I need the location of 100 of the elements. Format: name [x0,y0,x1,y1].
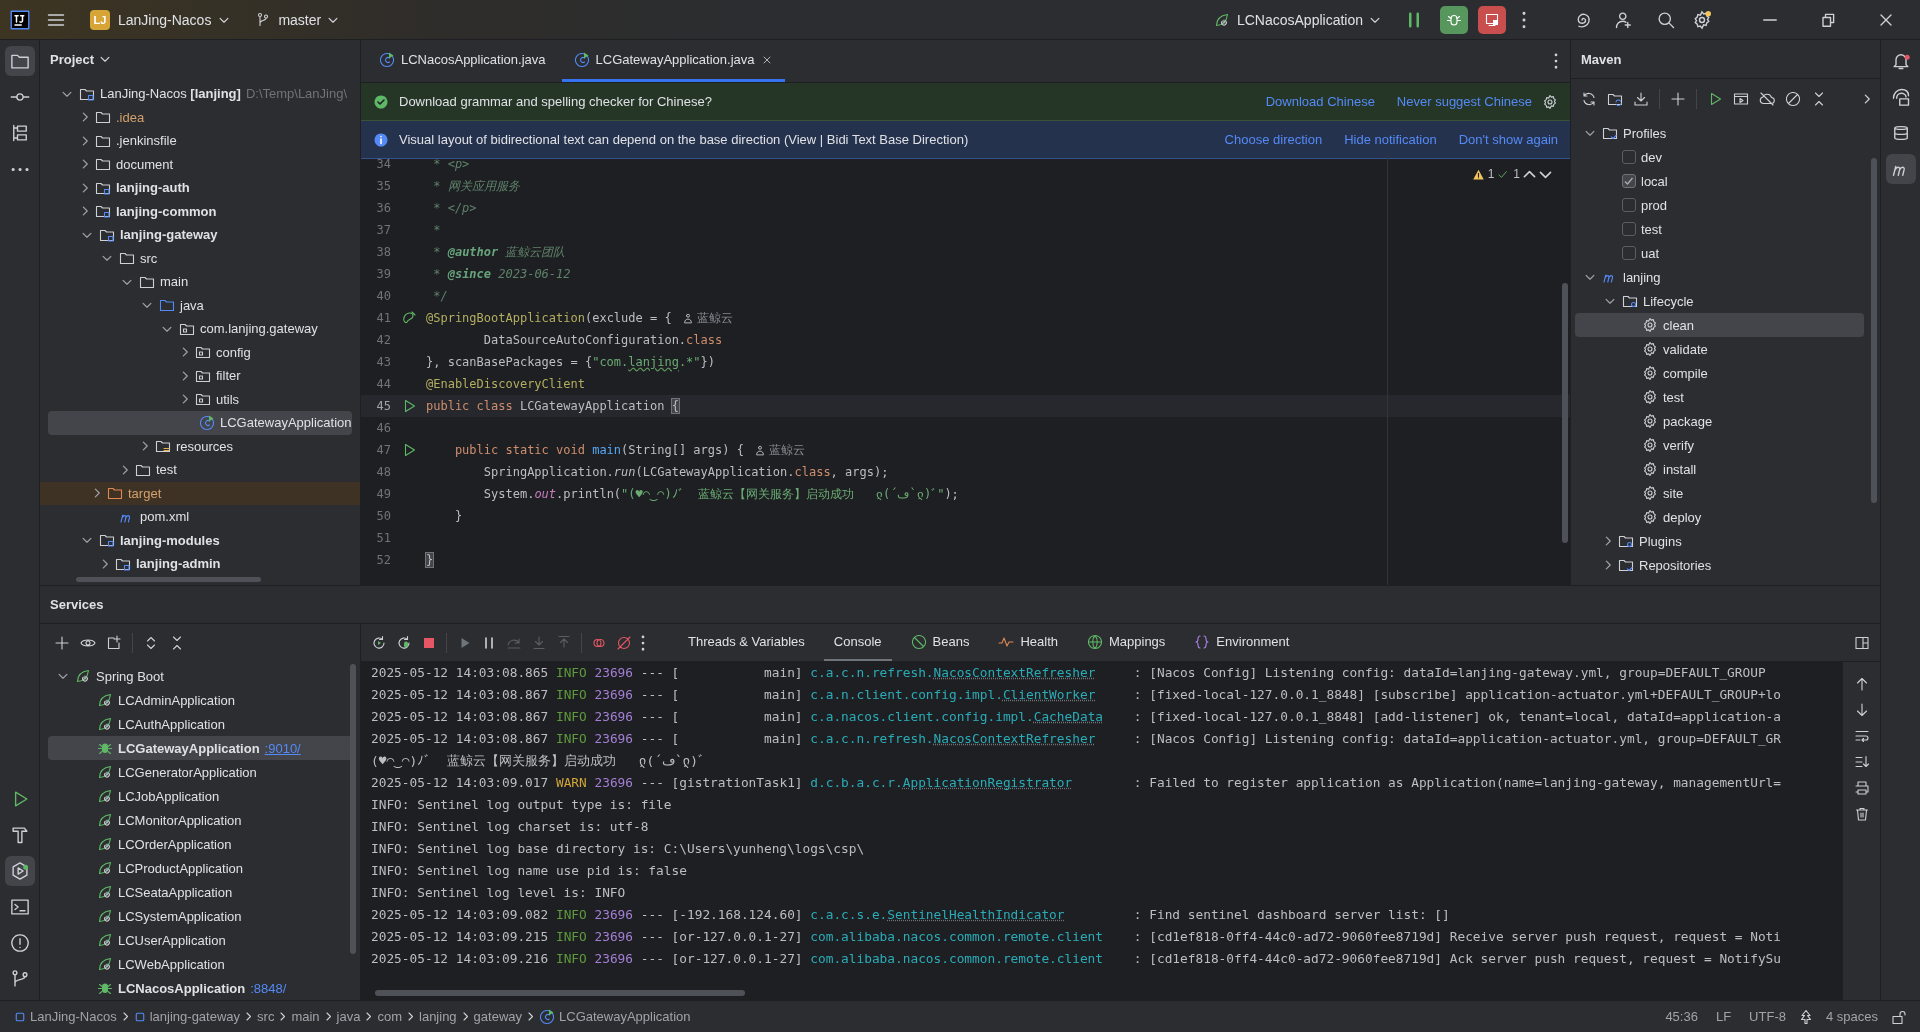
checkbox[interactable] [1622,246,1636,260]
settings-icon[interactable] [1692,9,1712,30]
tree-item[interactable]: test [1575,385,1864,409]
chevron-right-icon[interactable] [82,135,88,146]
notification-link[interactable]: Don't show again [1458,132,1558,147]
breadcrumb[interactable]: lanjing-gateway [133,1009,241,1024]
chevron-right-icon[interactable] [82,159,88,170]
tree-item[interactable]: lanjing-gateway [48,223,352,247]
chevron-right-icon[interactable] [122,464,128,475]
tree-item[interactable]: utils [48,387,352,411]
indent-setting[interactable]: 4 spaces [1825,1009,1878,1024]
breadcrumb[interactable]: lanjing [419,1009,457,1024]
tree-item[interactable]: .idea [48,105,352,129]
notification-link[interactable]: Choose direction [1224,132,1323,147]
stop-button[interactable] [1478,5,1506,34]
tree-item[interactable]: clean [1575,313,1864,337]
tree-item[interactable]: LCMonitorApplication [48,808,352,832]
tree-item[interactable]: LCSystemApplication [48,904,352,928]
tree-item[interactable]: prod [1575,193,1864,217]
unlock-icon[interactable] [1890,1008,1906,1025]
notification-link[interactable]: Hide notification [1344,132,1437,147]
tree-item[interactable]: filter [48,364,352,388]
chevron-right-icon[interactable] [142,441,148,452]
tree-item[interactable]: LanJing-Nacos [lanjing] D:\Temp\LanJing\ [48,82,352,106]
console-tab[interactable]: Console [823,624,892,661]
add-user-icon[interactable] [1614,9,1634,30]
breadcrumb[interactable]: gateway [473,1009,523,1024]
chevron-down-icon[interactable] [1605,298,1615,304]
chevron-right-icon[interactable] [1605,560,1611,570]
tree-item[interactable]: lanjing-auth [48,176,352,200]
add-icon[interactable] [1670,91,1686,107]
tree-item[interactable]: test [48,458,352,482]
bean-icon[interactable] [400,310,417,326]
checkbox[interactable] [1622,174,1636,188]
chevron-down-icon[interactable] [82,231,92,238]
chevron-right-icon[interactable] [1605,536,1611,546]
project-view-selector[interactable]: Project [50,51,111,67]
new-tab-icon[interactable] [106,634,122,651]
chevron-down-icon[interactable] [142,302,152,309]
chevron-right-icon[interactable] [182,370,188,381]
console-tab[interactable]: Environment [1184,624,1300,661]
tree-item[interactable]: uat [1575,241,1864,265]
folder-sync-icon[interactable] [1607,91,1623,107]
search-icon[interactable] [1656,9,1676,30]
tree-item[interactable]: LCNacosApplication :8848/ [48,976,352,1000]
tree-item[interactable]: main [48,270,352,294]
port-link[interactable]: :8848/ [250,980,287,996]
breadcrumb[interactable]: com [377,1009,402,1024]
rerun-debug-icon[interactable] [396,634,412,651]
tree-item[interactable]: LCOrderApplication [48,832,352,856]
more-icon[interactable] [1554,53,1558,69]
trash-icon[interactable] [1853,806,1870,822]
tree-item[interactable]: Repositories [1575,553,1864,577]
more-icon[interactable] [1522,10,1526,29]
tree-item[interactable]: LCGatewayApplication [48,411,352,435]
caret-position[interactable]: 45:36 [1665,1009,1698,1024]
breadcrumb[interactable]: java [336,1009,361,1024]
chevron-down-icon[interactable] [1585,130,1595,136]
console-tab[interactable]: Beans [900,624,980,661]
tree-item[interactable]: com.lanjing.gateway [48,317,352,341]
tree-item[interactable]: src [48,246,352,270]
tree-item[interactable]: validate [1575,337,1864,361]
tree-item[interactable]: LCAuthApplication [48,712,352,736]
tree-item[interactable]: LCWebApplication [48,952,352,976]
add-icon[interactable] [54,634,70,651]
tree-item[interactable]: LCUserApplication [48,928,352,952]
debug-button[interactable] [1440,5,1468,34]
tree-item[interactable]: LCProductApplication [48,856,352,880]
tree-item[interactable]: lanjing [1575,265,1864,289]
more-icon[interactable] [641,634,645,651]
tree-item[interactable]: .jenkinsfile [48,129,352,153]
checkbox[interactable] [1622,198,1636,212]
breadcrumb[interactable]: LCGatewayApplication [539,1008,691,1025]
tree-item[interactable]: resources [48,434,352,458]
tree-item[interactable]: Plugins [1575,529,1864,553]
line-ending[interactable]: LF [1715,1009,1732,1024]
tree-item[interactable]: target [40,481,360,505]
breadcrumb[interactable]: main [291,1009,320,1024]
file-encoding[interactable]: UTF-8 [1749,1009,1786,1024]
branch-switcher[interactable]: master [247,7,347,32]
rerun-icon[interactable] [371,634,387,651]
tree-item[interactable]: lanjing-admin [48,552,352,576]
console-tab[interactable]: Mappings [1077,624,1176,661]
chevron-right-icon[interactable] [94,488,100,499]
notification-link[interactable]: Download Chinese [1265,94,1375,109]
reload-icon[interactable] [1581,91,1597,107]
editor-tab[interactable]: LCNacosApplication.java [367,40,558,82]
chevron-right-icon[interactable] [182,347,188,358]
chevron-down-icon[interactable] [58,673,68,679]
run-window-icon[interactable] [1733,91,1749,107]
tree-item[interactable]: Profiles [1575,121,1864,145]
console-tab[interactable]: Threads & Variables [678,624,815,661]
chevron-right-icon[interactable] [1864,94,1870,104]
chevron-right-icon[interactable] [82,112,88,123]
soft-wrap-icon[interactable] [1853,728,1870,744]
services-tool-button[interactable] [4,856,35,886]
tree-item[interactable]: test [1575,217,1864,241]
tree-item[interactable]: LCJobApplication [48,784,352,808]
tree-item[interactable]: site [1575,481,1864,505]
chevron-down-icon[interactable] [1585,274,1595,280]
